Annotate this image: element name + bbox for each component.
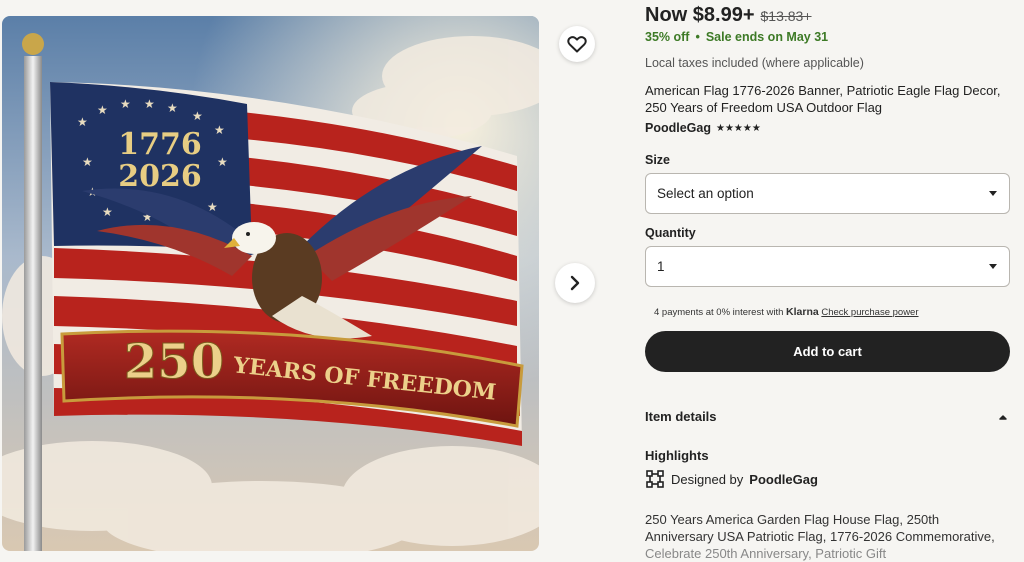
description-line: Celebrate 250th Anniversary, Patriotic G… bbox=[645, 546, 887, 561]
svg-text:★: ★ bbox=[97, 103, 108, 117]
discount-badge: 35% off bbox=[645, 30, 690, 44]
svg-text:★: ★ bbox=[207, 200, 218, 214]
svg-text:★: ★ bbox=[144, 97, 155, 111]
klarna-link[interactable]: Check purchase power bbox=[821, 307, 918, 318]
quantity-label: Quantity bbox=[645, 226, 696, 240]
item-details-toggle[interactable]: Item details bbox=[645, 409, 1010, 424]
shop-row: PoodleGag ★★★★★ bbox=[645, 121, 761, 135]
highlights-heading: Highlights bbox=[645, 448, 709, 463]
design-frame-icon bbox=[646, 470, 664, 488]
flag-year-bottom: 2026 bbox=[118, 159, 202, 194]
price-row: Now $8.99+ $13.83+ bbox=[645, 4, 812, 27]
next-image-button[interactable] bbox=[555, 263, 595, 303]
favorite-button[interactable] bbox=[559, 26, 595, 62]
svg-text:★: ★ bbox=[214, 123, 225, 137]
item-details-heading: Item details bbox=[645, 409, 717, 424]
quantity-select[interactable]: 1 bbox=[645, 246, 1010, 287]
designed-by-row: Designed by PoodleGag bbox=[645, 469, 818, 489]
svg-text:★: ★ bbox=[77, 115, 88, 129]
flag-illustration: ★★★ ★★★ ★★★ ★★★ ★★ 1776 2026 bbox=[2, 16, 539, 551]
size-select[interactable]: Select an option bbox=[645, 173, 1010, 214]
rating-stars[interactable]: ★★★★★ bbox=[716, 123, 761, 134]
heart-icon bbox=[567, 36, 587, 53]
quantity-select-value: 1 bbox=[657, 259, 665, 274]
product-image[interactable]: ★★★ ★★★ ★★★ ★★★ ★★ 1776 2026 bbox=[2, 16, 539, 551]
shop-name-link[interactable]: PoodleGag bbox=[645, 121, 711, 135]
klarna-brand: Klarna bbox=[786, 306, 819, 318]
caret-down-icon bbox=[989, 191, 997, 196]
svg-text:★: ★ bbox=[82, 155, 93, 169]
description-line: 250 Years America Garden Flag House Flag… bbox=[645, 512, 940, 527]
taxes-note: Local taxes included (where applicable) bbox=[645, 56, 864, 70]
svg-text:★: ★ bbox=[120, 97, 131, 111]
chevron-right-icon bbox=[570, 275, 580, 291]
current-price: Now $8.99+ bbox=[645, 4, 755, 26]
size-select-value: Select an option bbox=[657, 186, 754, 201]
add-to-cart-label: Add to cart bbox=[793, 344, 862, 359]
banner-number: 250 bbox=[124, 334, 224, 390]
item-description: 250 Years America Garden Flag House Flag… bbox=[645, 511, 1011, 562]
chevron-up-icon bbox=[999, 414, 1007, 420]
sale-end-date: Sale ends on May 31 bbox=[705, 30, 829, 44]
svg-text:★: ★ bbox=[167, 101, 178, 115]
product-page: ★★★ ★★★ ★★★ ★★★ ★★ 1776 2026 bbox=[0, 0, 1024, 562]
sale-info: 35% off • Sale ends on May 31 bbox=[645, 30, 828, 44]
klarna-text: 4 payments at 0% interest with bbox=[654, 307, 784, 318]
description-line: Anniversary USA Patriotic Flag, 1776-202… bbox=[645, 529, 995, 544]
caret-down-icon bbox=[989, 264, 997, 269]
product-title: American Flag 1776-2026 Banner, Patrioti… bbox=[645, 83, 1001, 115]
designed-by-prefix: Designed by bbox=[671, 471, 744, 487]
original-price: $13.83+ bbox=[760, 8, 812, 24]
klarna-info: 4 payments at 0% interest with Klarna Ch… bbox=[654, 306, 919, 318]
svg-text:★: ★ bbox=[102, 205, 113, 219]
designed-by-shop: PoodleGag bbox=[749, 471, 818, 487]
add-to-cart-button[interactable]: Add to cart bbox=[645, 331, 1010, 372]
svg-text:★: ★ bbox=[192, 109, 203, 123]
flag-year-top: 1776 bbox=[118, 127, 202, 162]
svg-text:★: ★ bbox=[217, 155, 228, 169]
size-label: Size bbox=[645, 153, 671, 167]
sale-separator: • bbox=[695, 30, 700, 44]
